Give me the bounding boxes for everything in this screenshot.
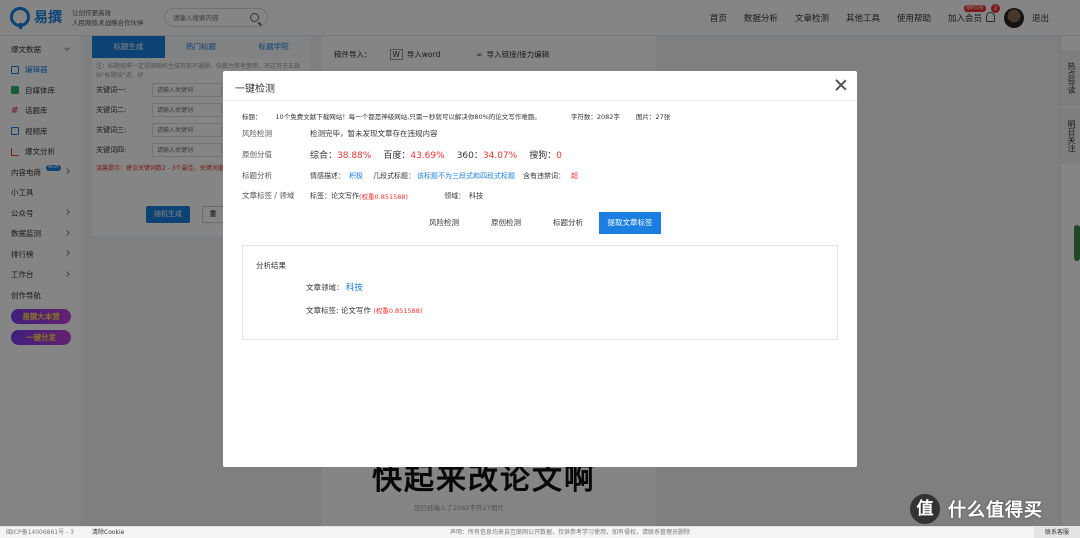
originality-row: 原创分值 综合：38.88% 百度：43.69% 360：34.07% 搜狗：0 [242, 148, 574, 161]
tag-weight: (权重0.851588) [359, 192, 409, 201]
score-name: 百度： [383, 151, 411, 161]
result-tag-value: 论文写作 [340, 306, 371, 315]
article-title-label: 标题： [242, 113, 262, 121]
tag-value: 论文写作 [331, 191, 359, 200]
score-baidu: 百度：43.69% [383, 148, 444, 161]
risk-row: 风险检测 检测完毕，暂未发现文章存在违规内容 [242, 128, 438, 139]
banned-value: 超 [571, 171, 578, 180]
score-value: 34.07% [482, 151, 518, 161]
watermark-text: 什么值得买 [948, 500, 1043, 521]
analysis-result-box: 分析结果 文章领域： 科技 文章标签: 论文写作 (权重0.851588) [242, 245, 838, 340]
domain-label: 领域： [444, 191, 466, 200]
contact-service-button[interactable]: 联系客服 [1034, 527, 1080, 538]
score-value: 43.69% [410, 151, 445, 161]
emotion-value: 积极 [349, 171, 363, 180]
char-count: 字符数：2082字 [570, 113, 620, 121]
tab-extract-tags[interactable]: 提取文章标签 [599, 212, 661, 234]
close-icon[interactable] [835, 79, 847, 91]
tab-title-analysis[interactable]: 标题分析 [537, 212, 599, 234]
result-domain-label: 文章领域： [306, 283, 344, 292]
result-tag-label: 文章标签: [306, 306, 339, 315]
check-tabs: 风险检测 原创检测 标题分析 提取文章标签 [413, 212, 661, 234]
result-title: 分析结果 [256, 261, 286, 270]
risk-label: 风险检测 [242, 129, 272, 138]
disclaimer: 声明：所有信息均来自互联网公开数据，仅供参考学习使用，如有侵权，请联系管理员删除 [450, 529, 691, 536]
article-title-value: 10个免费文献下载网站！每一个都是神级网站,只需一秒就可以解决你80%的论文写作… [275, 113, 541, 121]
result-domain-value: 科技 [345, 283, 363, 293]
score-name: 综合： [310, 151, 338, 161]
watermark-logo: 值 [910, 494, 940, 524]
score-sogou: 搜狗：0 [529, 148, 562, 161]
score-value: 38.88% [337, 151, 372, 161]
originality-label: 原创分值 [242, 150, 272, 159]
domain-value: 科技 [469, 191, 484, 200]
emotion-label: 情感描述： [310, 171, 345, 180]
watermark: 值 什么值得买 [910, 494, 1043, 524]
tags-label: 文章标签 / 领域 [242, 191, 295, 200]
result-tag-weight: (权重0.851588) [373, 307, 423, 315]
one-click-check-modal: 一键检测 标题： 10个免费文献下载网站！每一个都是神级网站,只需一秒就可以解决你… [223, 71, 857, 467]
article-title: 标题： 10个免费文献下载网站！每一个都是神级网站,只需一秒就可以解决你80%的论… [242, 113, 555, 121]
image-count: 图片：27张 [636, 113, 671, 121]
score-name: 搜狗： [529, 151, 557, 161]
structure-value: 该标题不为三段式和四段式标题 [417, 171, 515, 180]
title-analysis-row: 标题分析 情感描述： 积极 几段式标题： 该标题不为三段式和四段式标题 含有违禁… [242, 170, 578, 181]
result-domain-line: 文章领域： 科技 [306, 281, 363, 293]
modal-title: 一键检测 [235, 84, 275, 95]
result-tag-line: 文章标签: 论文写作 (权重0.851588) [306, 305, 422, 316]
tag-label: 标签： [310, 191, 331, 200]
article-meta-row: 标题： 10个免费文献下载网站！每一个都是神级网站,只需一秒就可以解决你80%的论… [242, 111, 684, 121]
score-360: 360：34.07% [457, 148, 518, 161]
footer: 闽ICP备14006861号 - 3 清除Cookie 声明：所有信息均来自互联… [0, 526, 1080, 538]
risk-text: 检测完毕，暂未发现文章存在违规内容 [310, 129, 438, 138]
structure-label: 几段式标题： [373, 171, 415, 180]
title-analysis-label: 标题分析 [242, 171, 272, 180]
banned-label: 含有违禁词： [523, 171, 565, 180]
tags-row: 文章标签 / 领域 标签： 论文写作 (权重0.851588) 领域： 科技 [242, 190, 483, 201]
modal-header: 一键检测 [223, 71, 857, 101]
clear-cookie-link[interactable]: 清除Cookie [92, 527, 124, 538]
score-overall: 综合：38.88% [310, 148, 371, 161]
tab-risk-check[interactable]: 风险检测 [413, 212, 475, 234]
score-name: 360： [456, 151, 483, 161]
score-value: 0 [556, 151, 562, 161]
icp-number[interactable]: 闽ICP备14006861号 - 3 [6, 527, 74, 538]
tab-originality-check[interactable]: 原创检测 [475, 212, 537, 234]
